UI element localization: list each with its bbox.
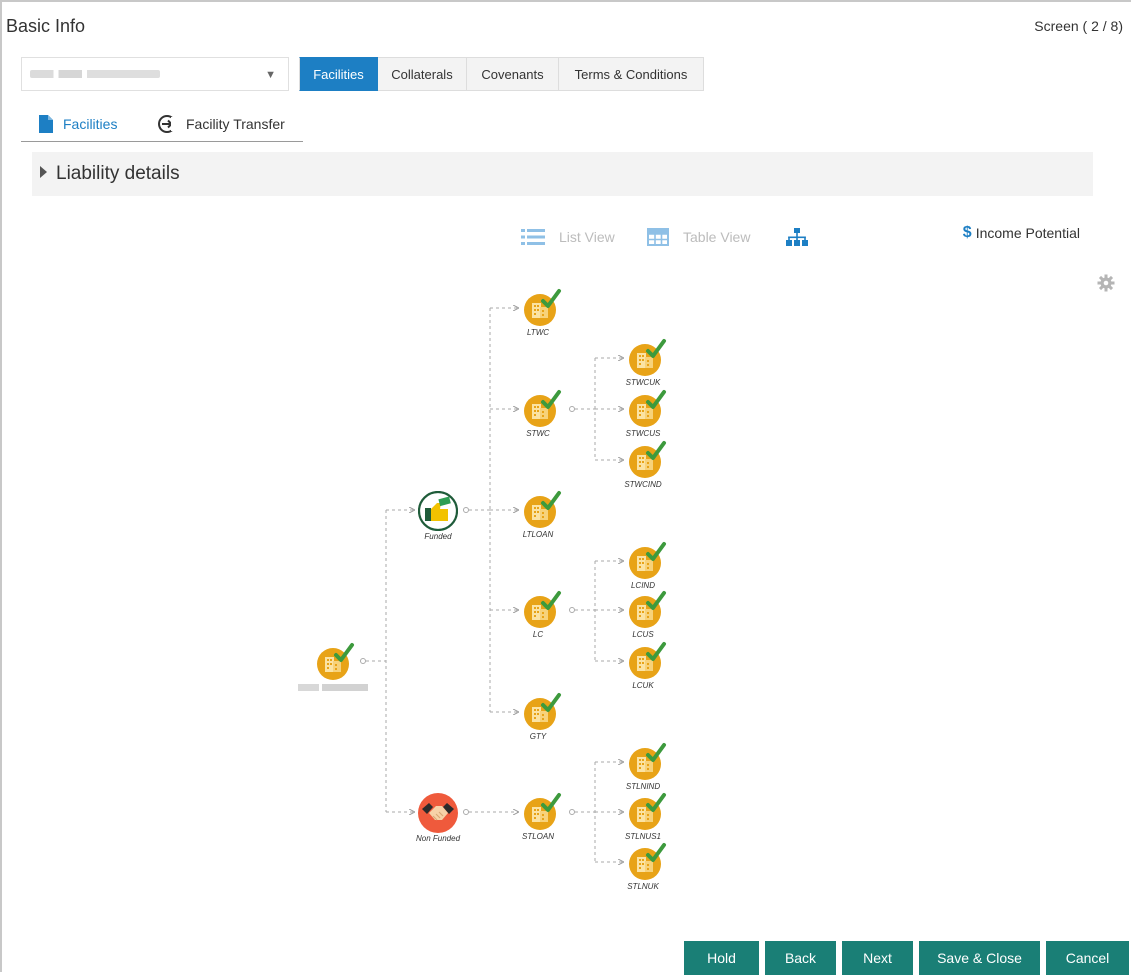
funded-label: Funded (424, 532, 452, 541)
sub-tab-bar: Facilities Facility Transfer (21, 106, 303, 142)
gear-icon[interactable] (1097, 274, 1115, 292)
facility-node-stwc[interactable] (522, 390, 561, 427)
facility-building-icon (317, 643, 354, 680)
facility-node-gty[interactable] (522, 693, 561, 730)
facility-label-ltwc: LTWC (526, 328, 550, 337)
liability-details-accordion[interactable]: Liability details (32, 152, 1093, 196)
facility-label-stlnuk: STLNUK (627, 882, 659, 891)
org-chart-icon (786, 228, 808, 246)
accordion-label: Liability details (56, 163, 180, 184)
list-view-toggle[interactable]: List View (521, 224, 615, 250)
subtab-facilities[interactable]: Facilities (38, 106, 117, 141)
back-button[interactable]: Back (765, 941, 836, 975)
facility-building-icon (629, 743, 666, 780)
window-frame (0, 0, 1131, 972)
facility-node-lcind[interactable] (627, 542, 666, 579)
income-potential-label: Income Potential (975, 225, 1080, 241)
facility-building-icon (629, 843, 666, 880)
subtab-facilities-label: Facilities (63, 115, 118, 132)
funded-hand-icon (417, 490, 459, 532)
facility-building-icon (629, 339, 666, 376)
handshake-icon (418, 793, 458, 833)
tab-collaterals[interactable]: Collaterals (378, 57, 467, 91)
subtab-facility-transfer[interactable]: Facility Transfer (157, 106, 285, 141)
facility-node-stlnind[interactable] (627, 743, 666, 780)
facility-label-stwcind: STWCIND (624, 480, 662, 489)
facility-label-lcuk: LCUK (632, 681, 654, 690)
subtab-facility-transfer-label: Facility Transfer (186, 115, 285, 132)
facility-node-lcus[interactable] (627, 591, 666, 628)
facility-node-lcuk[interactable] (627, 642, 666, 679)
facility-node-ltloan[interactable] (522, 491, 561, 528)
dollar-icon: $ (962, 224, 972, 241)
expand-triangle-icon (40, 166, 47, 178)
facility-node-stwcind[interactable] (627, 441, 666, 478)
cancel-button[interactable]: Cancel (1046, 941, 1129, 975)
main-tab-bar: Facilities Collaterals Covenants Terms &… (299, 57, 704, 91)
facility-label-lc: LC (532, 630, 544, 639)
screen-counter: Screen ( 2 / 8) (1034, 18, 1123, 34)
facility-building-icon (629, 793, 666, 830)
facility-label-lcus: LCUS (632, 630, 654, 639)
facility-building-icon (629, 441, 666, 478)
action-button-bar: Hold Back Next Save & Close Cancel (684, 941, 1129, 975)
tab-terms-conditions[interactable]: Terms & Conditions (559, 57, 704, 91)
hierarchy-view-toggle[interactable] (786, 224, 808, 250)
hold-button[interactable]: Hold (684, 941, 759, 975)
redacted-customer-name (30, 70, 160, 78)
facility-building-icon (524, 491, 561, 528)
chevron-down-icon: ▼ (265, 69, 276, 81)
facility-label-gty: GTY (529, 732, 547, 741)
list-view-label: List View (559, 229, 615, 245)
facility-node-stwcus[interactable] (627, 390, 666, 427)
table-view-toggle[interactable]: Table View (647, 224, 750, 250)
facility-node-stwcuk[interactable] (627, 339, 666, 376)
facility-node-stloan[interactable] (522, 793, 561, 830)
non-funded-node[interactable] (418, 793, 458, 833)
facility-label-stloan: STLOAN (521, 832, 554, 841)
facility-building-icon (524, 289, 561, 326)
facility-node-lc[interactable] (522, 591, 561, 628)
facility-label-stwcuk: STWCUK (625, 378, 661, 387)
facility-label-stwc: STWC (526, 429, 550, 438)
facility-label-stlnus1: STLNUS1 (624, 832, 661, 841)
facility-label-stwcus: STWCUS (625, 429, 661, 438)
facility-label-lcind: LCIND (630, 581, 655, 590)
facility-node-ltwc[interactable] (522, 289, 561, 326)
facility-building-icon (629, 591, 666, 628)
facility-node-stlnus1[interactable] (627, 793, 666, 830)
list-icon (521, 229, 545, 245)
income-potential-link[interactable]: $ Income Potential (963, 224, 1080, 242)
facility-building-icon (524, 390, 561, 427)
facility-node-root[interactable] (315, 643, 354, 680)
table-icon (647, 228, 669, 246)
facility-building-icon (629, 390, 666, 427)
save-close-button[interactable]: Save & Close (919, 941, 1040, 975)
next-button[interactable]: Next (842, 941, 913, 975)
facility-building-icon (629, 542, 666, 579)
tab-covenants[interactable]: Covenants (467, 57, 559, 91)
non-funded-label: Non Funded (415, 834, 461, 843)
tab-facilities[interactable]: Facilities (299, 57, 378, 91)
facility-label-stlnind: STLNIND (625, 782, 661, 791)
transfer-arrow-icon (158, 114, 177, 133)
document-icon (39, 114, 53, 133)
facility-building-icon (524, 793, 561, 830)
table-view-label: Table View (683, 229, 751, 245)
funded-node[interactable] (417, 490, 459, 532)
facility-building-icon (629, 642, 666, 679)
facility-building-icon (524, 591, 561, 628)
facility-label-ltloan: LTLOAN (522, 530, 554, 539)
page-title: Basic Info (6, 16, 86, 36)
customer-select[interactable]: ▼ (21, 57, 289, 91)
redacted-root-label (298, 684, 368, 691)
facility-building-icon (524, 693, 561, 730)
facility-node-stlnuk[interactable] (627, 843, 666, 880)
